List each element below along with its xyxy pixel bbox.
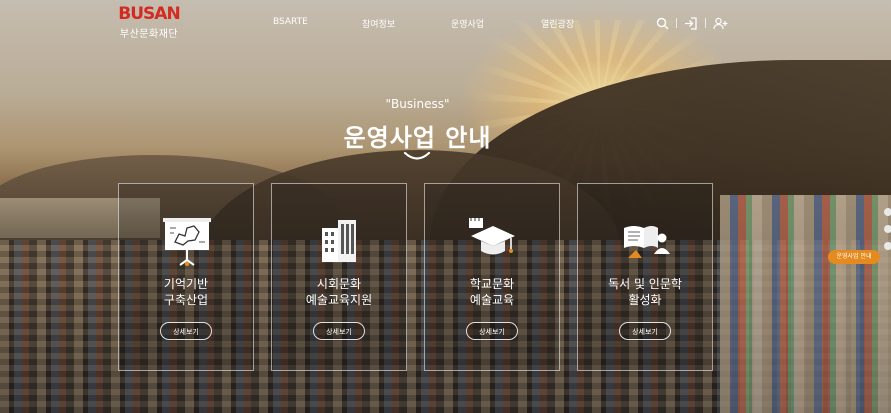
section-eyebrow: "Business" <box>385 97 450 111</box>
divider <box>705 18 706 28</box>
nav-item-participation[interactable]: 참여정보 <box>362 17 395 30</box>
card-title-line: 예술교육 <box>469 293 515 307</box>
nav-item-bsarte[interactable]: BSARTE <box>273 17 308 27</box>
detail-button[interactable]: 상세보기 <box>160 322 212 340</box>
card-title-line: 학교문화 <box>469 277 515 291</box>
card-title-line: 활성화 <box>628 293 662 307</box>
business-card-memory[interactable]: 기억기반 구축산업 상세보기 <box>118 183 254 371</box>
slide-dot[interactable] <box>884 225 891 233</box>
site-logo[interactable]: BUSAN 부산문화재단 <box>108 4 190 41</box>
detail-button[interactable]: 상세보기 <box>466 322 518 340</box>
map-board-icon <box>161 214 213 267</box>
card-title-line: 시회문화 <box>316 277 362 291</box>
divider <box>676 18 677 28</box>
business-card-social-arts[interactable]: 시회문화 예술교육지원 상세보기 <box>271 183 407 371</box>
logo-name: 부산문화재단 <box>119 29 179 40</box>
business-card-reading[interactable]: 독서 및 인문학 활성화 상세보기 <box>577 183 713 371</box>
detail-button[interactable]: 상세보기 <box>313 322 365 340</box>
business-card-school-arts[interactable]: 학교문화 예술교육 상세보기 <box>424 183 560 371</box>
slide-dot[interactable] <box>884 242 891 250</box>
nav-item-open-square[interactable]: 열린광장 <box>541 17 574 30</box>
slide-dot[interactable] <box>884 208 891 216</box>
title-underline-icon <box>403 151 431 160</box>
login-icon[interactable] <box>683 15 699 31</box>
user-add-icon[interactable] <box>712 15 728 31</box>
nav-item-business[interactable]: 운영사업 <box>451 17 484 30</box>
reading-person-icon <box>620 214 672 266</box>
site-header: BUSAN 부산문화재단 BSARTE 참여정보 운영사업 열린광장 <box>0 0 891 48</box>
card-title-line: 기억기반 <box>163 277 209 291</box>
search-icon[interactable] <box>654 15 670 31</box>
section-badge[interactable]: 운영사업 안내 <box>828 250 880 264</box>
card-title-line: 독서 및 인문학 <box>608 277 682 291</box>
header-utilities <box>654 14 728 32</box>
logo-mark: BUSAN <box>118 4 180 24</box>
detail-button[interactable]: 상세보기 <box>619 322 671 340</box>
card-title-line: 구축산업 <box>163 293 209 307</box>
page-title: 운영사업 안내 <box>343 124 492 152</box>
hero-background: BUSAN 부산문화재단 BSARTE 참여정보 운영사업 열린광장 "Busi… <box>0 0 891 413</box>
building-icon <box>314 214 366 266</box>
card-title-line: 예술교육지원 <box>305 293 373 307</box>
graduation-cap-icon <box>467 214 519 266</box>
